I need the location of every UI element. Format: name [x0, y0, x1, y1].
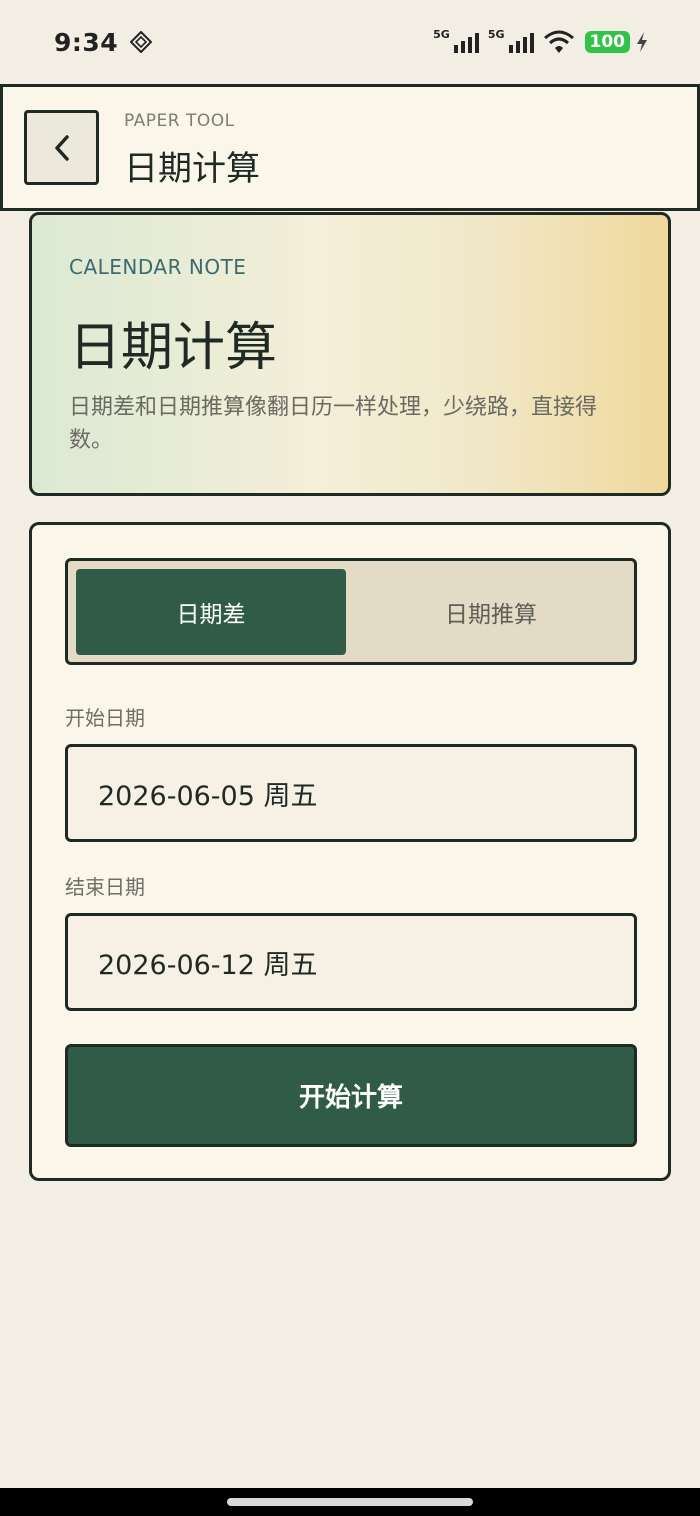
tab-date-difference[interactable]: 日期差: [76, 569, 346, 655]
status-bar: 9:34 5G 5G 100: [0, 0, 700, 84]
app-notification-icon: [130, 31, 153, 53]
tab-date-projection[interactable]: 日期推算: [356, 569, 626, 655]
network-label-1: 5G: [433, 27, 450, 41]
hero-card: CALENDAR NOTE 日期计算 日期差和日期推算像翻日历一样处理，少绕路，…: [29, 212, 671, 496]
page-title: 日期计算: [124, 149, 260, 189]
status-time: 9:34: [54, 27, 119, 57]
mode-tabs: 日期差 日期推算: [65, 558, 637, 665]
start-date-field[interactable]: 2026-06-05 周五: [65, 744, 637, 842]
home-indicator[interactable]: [227, 1498, 473, 1506]
header-kicker: PAPER TOOL: [124, 111, 235, 131]
app-header: PAPER TOOL 日期计算: [0, 84, 700, 211]
battery-indicator: 100: [584, 31, 630, 53]
calculate-button[interactable]: 开始计算: [65, 1044, 637, 1147]
signal-icon-2: [508, 33, 534, 53]
back-button[interactable]: [24, 110, 99, 185]
form-card: 日期差 日期推算 开始日期 2026-06-05 周五 结束日期 2026-06…: [29, 522, 671, 1181]
hero-kicker: CALENDAR NOTE: [69, 255, 247, 279]
start-date-label: 开始日期: [65, 706, 145, 730]
signal-icon-1: [453, 33, 479, 53]
hero-description: 日期差和日期推算像翻日历一样处理，少绕路，直接得数。: [69, 395, 598, 453]
status-icons: 5G 5G 100: [433, 27, 648, 54]
wifi-icon: [543, 30, 574, 53]
end-date-field[interactable]: 2026-06-12 周五: [65, 913, 637, 1011]
system-nav-bar: [0, 1488, 700, 1516]
charging-icon: [637, 32, 647, 52]
hero-title: 日期计算: [69, 318, 278, 378]
network-label-2: 5G: [487, 27, 505, 41]
chevron-left-icon: [54, 134, 69, 161]
end-date-label: 结束日期: [65, 875, 145, 899]
